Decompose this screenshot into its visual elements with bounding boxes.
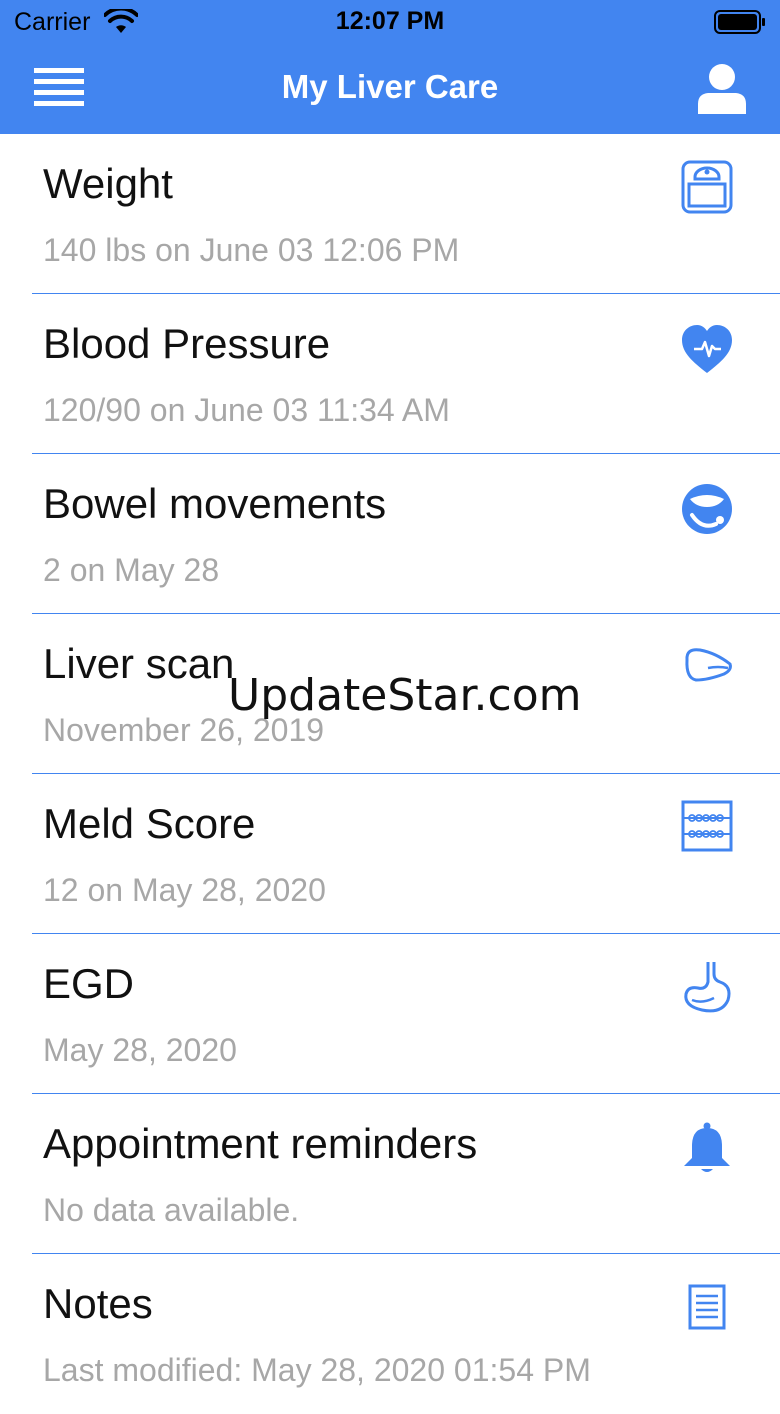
list-item-bowel-movements[interactable]: Bowel movements 2 on May 28 (0, 454, 780, 614)
status-bar: Carrier 12:07 PM (0, 0, 780, 44)
stomach-icon (684, 962, 731, 1013)
scale-icon (681, 160, 733, 214)
list-item-blood-pressure[interactable]: Blood Pressure 120/90 on June 03 11:34 A… (0, 294, 780, 454)
list-item-title: Notes (43, 1280, 153, 1327)
list-item-title: EGD (43, 960, 135, 1007)
navigation-bar: My Liver Care (0, 44, 780, 134)
notes-icon (688, 1284, 726, 1330)
list-item-title: Weight (43, 160, 173, 207)
list-item-subtitle: Last modified: May 28, 2020 01:54 PM (43, 1352, 591, 1388)
list-item-title: Meld Score (43, 800, 256, 847)
clock-time: 12:07 PM (335, 7, 445, 35)
list-item-appointment-reminders[interactable]: Appointment reminders No data available. (0, 1094, 780, 1254)
list-item-subtitle: 120/90 on June 03 11:34 AM (43, 392, 450, 428)
abacus-icon (681, 800, 733, 852)
page-title: My Liver Care (281, 68, 499, 105)
list-item-subtitle: 140 lbs on June 03 12:06 PM (43, 232, 460, 268)
heart-pulse-icon (682, 325, 732, 373)
list-item-subtitle: May 28, 2020 (43, 1032, 237, 1068)
list-item-notes[interactable]: Notes Last modified: May 28, 2020 01:54 … (0, 1254, 780, 1414)
user-profile-icon[interactable] (696, 62, 748, 114)
bowel-icon (682, 484, 732, 534)
health-records-list: Weight 140 lbs on June 03 12:06 PM Blood… (0, 134, 780, 1414)
list-item-title: Blood Pressure (43, 320, 331, 367)
liver-icon (685, 648, 732, 682)
bell-icon (684, 1122, 730, 1172)
list-item-title: Bowel movements (43, 480, 387, 527)
list-item-meld-score[interactable]: Meld Score 12 on May 28, 2020 (0, 774, 780, 934)
list-item-egd[interactable]: EGD May 28, 2020 (0, 934, 780, 1094)
watermark-text: UpdateStar.com (228, 670, 582, 721)
battery-icon (714, 10, 765, 34)
list-item-title: Appointment reminders (43, 1120, 478, 1167)
list-item-subtitle: 12 on May 28, 2020 (43, 872, 326, 908)
list-item-weight[interactable]: Weight 140 lbs on June 03 12:06 PM (0, 134, 780, 294)
list-item-title: Liver scan (43, 640, 235, 687)
list-item-subtitle: 2 on May 28 (43, 552, 220, 588)
list-item-subtitle: No data available. (43, 1192, 300, 1228)
